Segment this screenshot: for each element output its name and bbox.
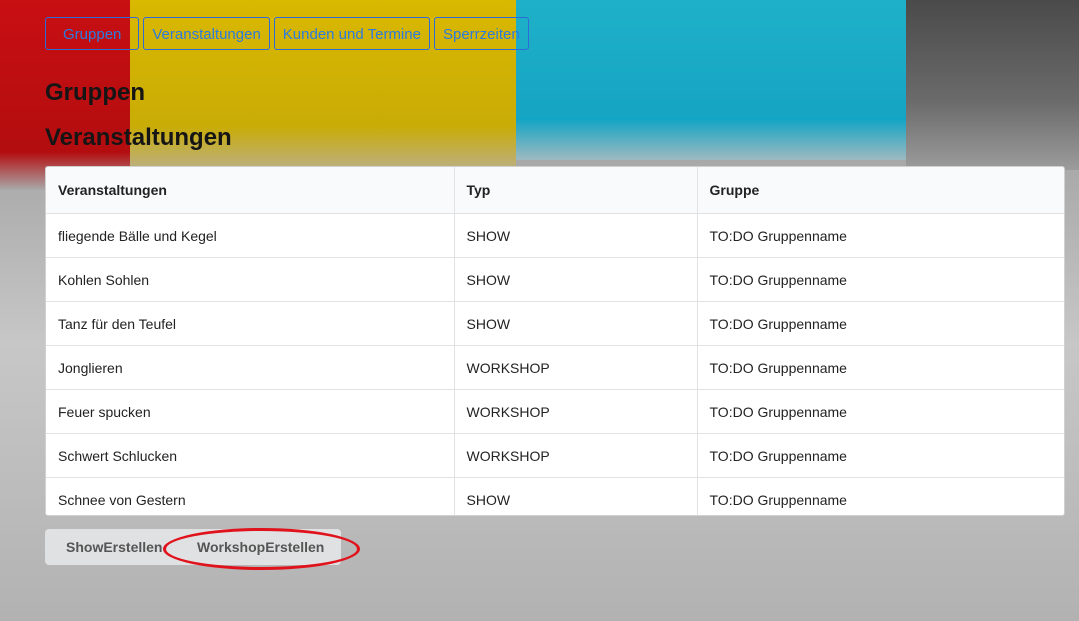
cell-typ: SHOW xyxy=(453,257,697,302)
cell-gruppe: TO:DO Gruppenname xyxy=(696,257,1064,302)
cell-name: Jonglieren xyxy=(46,345,454,390)
cell-typ: WORKSHOP xyxy=(453,389,697,434)
cell-typ: WORKSHOP xyxy=(453,345,697,390)
column-header-veranstaltungen[interactable]: Veranstaltungen xyxy=(46,167,454,214)
tab-veranstaltungen[interactable]: Veranstaltungen xyxy=(143,17,270,50)
heading-gruppen: Gruppen xyxy=(45,79,145,106)
tab-gruppen[interactable]: Gruppen xyxy=(45,17,140,50)
table-row[interactable]: Schwert Schlucken WORKSHOP TO:DO Gruppen… xyxy=(46,433,1064,478)
cell-typ: SHOW xyxy=(453,213,697,258)
cell-name: Tanz für den Teufel xyxy=(46,301,454,346)
main-nav: Gruppen Veranstaltungen Kunden und Termi… xyxy=(45,17,533,50)
table-row[interactable]: Jonglieren WORKSHOP TO:DO Gruppenname xyxy=(46,345,1064,390)
cell-name: Schnee von Gestern xyxy=(58,491,186,508)
heading-veranstaltungen: Veranstaltungen xyxy=(45,124,232,151)
cell-gruppe: TO:DO Gruppenname xyxy=(696,345,1064,390)
table-row[interactable]: Kohlen Sohlen SHOW TO:DO Gruppenname xyxy=(46,257,1064,302)
table-row[interactable]: Tanz für den Teufel SHOW TO:DO Gruppenna… xyxy=(46,301,1064,346)
table-row[interactable]: Feuer spucken WORKSHOP TO:DO Gruppenname xyxy=(46,389,1064,434)
cell-gruppe: TO:DO Gruppenname xyxy=(696,301,1064,346)
column-header-gruppe[interactable]: Gruppe xyxy=(696,167,1064,214)
table-row[interactable]: Schnee von Gestern SHOW TO:DO Gruppennam… xyxy=(46,477,1064,515)
tab-sperrzeiten[interactable]: Sperrzeiten xyxy=(433,17,529,50)
cell-name: Feuer spucken xyxy=(46,389,454,434)
create-button-group: ShowErstellen WorkshopErstellen xyxy=(45,529,341,565)
cell-typ: SHOW xyxy=(453,301,697,346)
cell-typ: WORKSHOP xyxy=(453,433,697,478)
cell-gruppe: TO:DO Gruppenname xyxy=(696,213,1064,258)
cell-typ: SHOW xyxy=(453,477,697,515)
column-header-typ[interactable]: Typ xyxy=(453,167,697,214)
cell-gruppe: TO:DO Gruppenname xyxy=(696,477,1064,515)
cell-gruppe: TO:DO Gruppenname xyxy=(696,389,1064,434)
events-table: Veranstaltungen Typ Gruppe fliegende Bäl… xyxy=(45,166,1065,516)
cell-name: Kohlen Sohlen xyxy=(46,257,454,302)
table-row[interactable]: fliegende Bälle und Kegel SHOW TO:DO Gru… xyxy=(46,213,1064,258)
table-header-row: Veranstaltungen Typ Gruppe xyxy=(46,167,1064,214)
show-erstellen-button[interactable]: ShowErstellen xyxy=(45,529,176,565)
cell-gruppe: TO:DO Gruppenname xyxy=(696,433,1064,478)
tab-kunden-und-termine[interactable]: Kunden und Termine xyxy=(273,17,430,50)
cell-name: Schwert Schlucken xyxy=(46,433,454,478)
workshop-erstellen-button[interactable]: WorkshopErstellen xyxy=(176,529,341,565)
cell-name: fliegende Bälle und Kegel xyxy=(46,213,454,258)
